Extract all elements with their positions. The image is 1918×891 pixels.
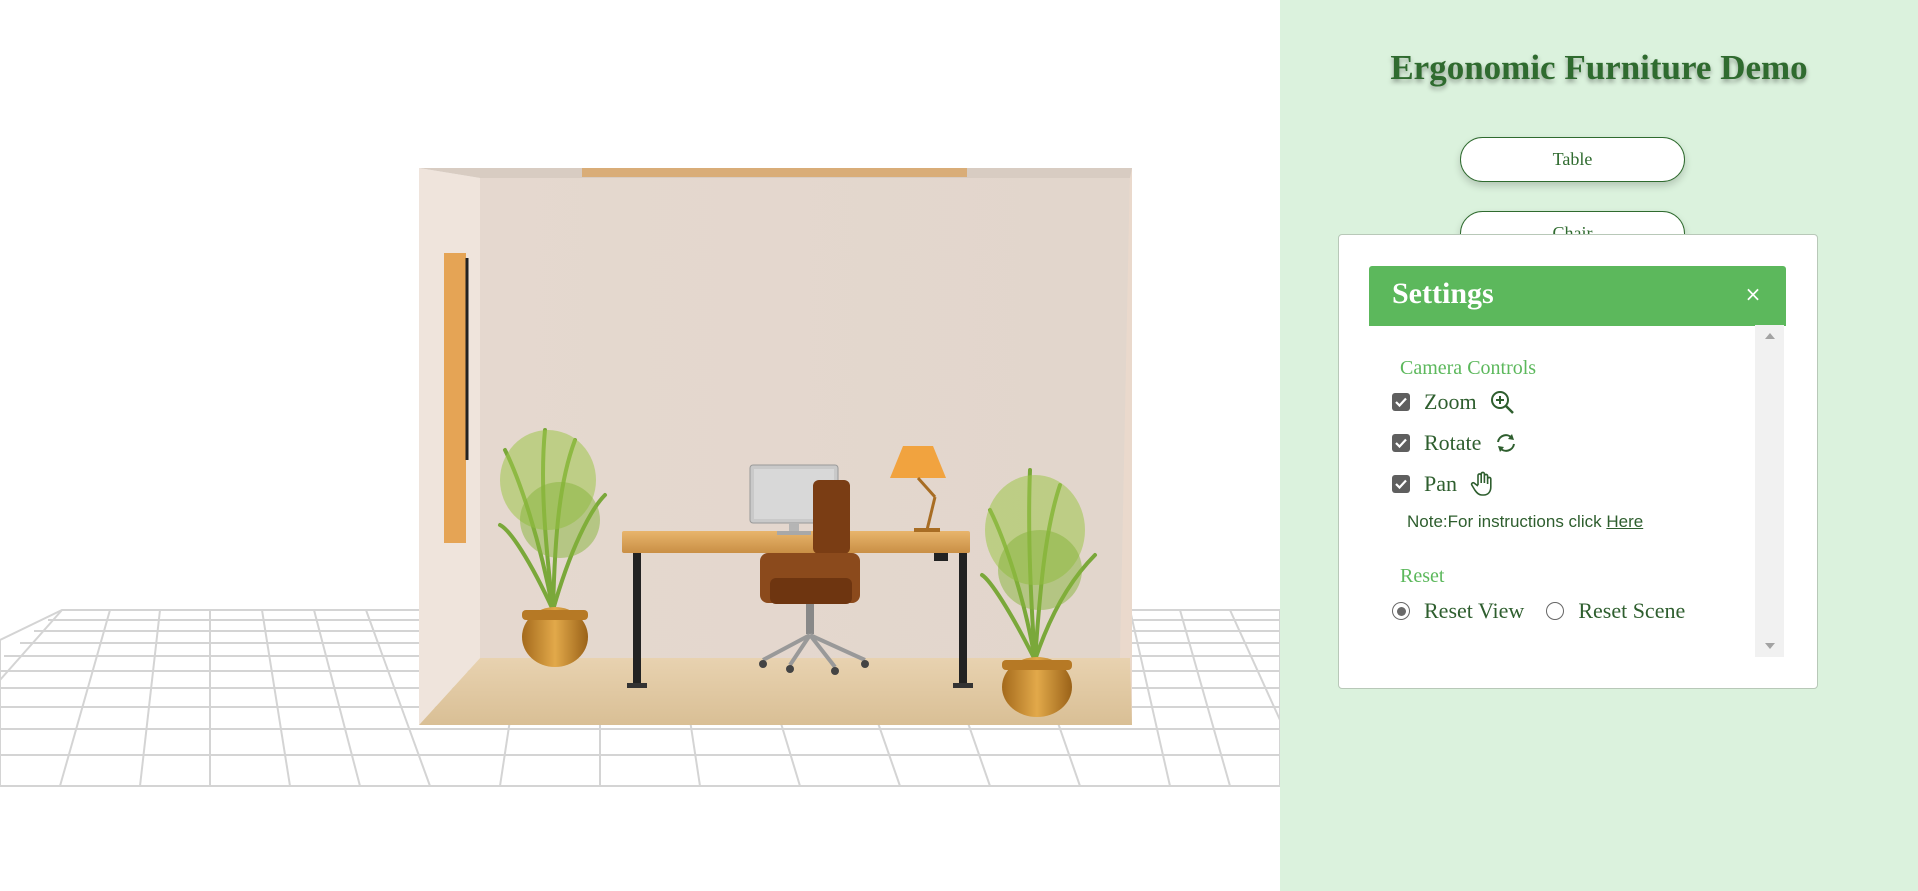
scroll-down-icon[interactable]	[1755, 635, 1784, 657]
settings-dialog: Settings × Camera Controls Zoom Rotate P…	[1338, 234, 1818, 689]
settings-scrollbar[interactable]	[1755, 325, 1784, 657]
settings-title: Settings	[1392, 277, 1494, 310]
reset-scene-label: Reset Scene	[1578, 598, 1686, 623]
reset-view-radio[interactable]	[1392, 602, 1410, 620]
close-icon[interactable]: ×	[1742, 282, 1764, 306]
pan-option: Pan	[1392, 470, 1495, 498]
zoom-option: Zoom	[1392, 388, 1515, 416]
rotate-icon	[1493, 430, 1519, 456]
app-title: Ergonomic Furniture Demo	[1390, 48, 1808, 87]
table-button[interactable]: Table	[1460, 137, 1685, 182]
settings-header: Settings ×	[1369, 266, 1786, 326]
zoom-in-icon	[1489, 389, 1515, 415]
rotate-checkbox[interactable]	[1392, 434, 1410, 452]
settings-body: Camera Controls Zoom Rotate Pan Note:For…	[1369, 326, 1786, 658]
reset-heading: Reset	[1400, 565, 1445, 587]
zoom-checkbox[interactable]	[1392, 393, 1410, 411]
pan-checkbox[interactable]	[1392, 475, 1410, 493]
note-text: Note:For instructions click	[1407, 512, 1607, 531]
rotate-option: Rotate	[1392, 429, 1519, 457]
instructions-note: Note:For instructions click Here	[1407, 512, 1643, 532]
instructions-link[interactable]: Here	[1606, 512, 1643, 531]
reset-view-label: Reset View	[1424, 598, 1525, 623]
rotate-label: Rotate	[1424, 430, 1482, 455]
3d-scene-viewport[interactable]	[0, 0, 1280, 891]
reset-options: Reset View Reset Scene	[1392, 597, 1685, 625]
hand-pan-icon	[1469, 471, 1495, 497]
window	[444, 253, 466, 543]
camera-controls-heading: Camera Controls	[1400, 357, 1537, 379]
reset-scene-radio[interactable]	[1546, 602, 1565, 620]
scene-canvas[interactable]	[0, 0, 1280, 891]
scroll-up-icon[interactable]	[1755, 325, 1784, 347]
zoom-label: Zoom	[1424, 389, 1477, 414]
pan-label: Pan	[1424, 471, 1457, 496]
